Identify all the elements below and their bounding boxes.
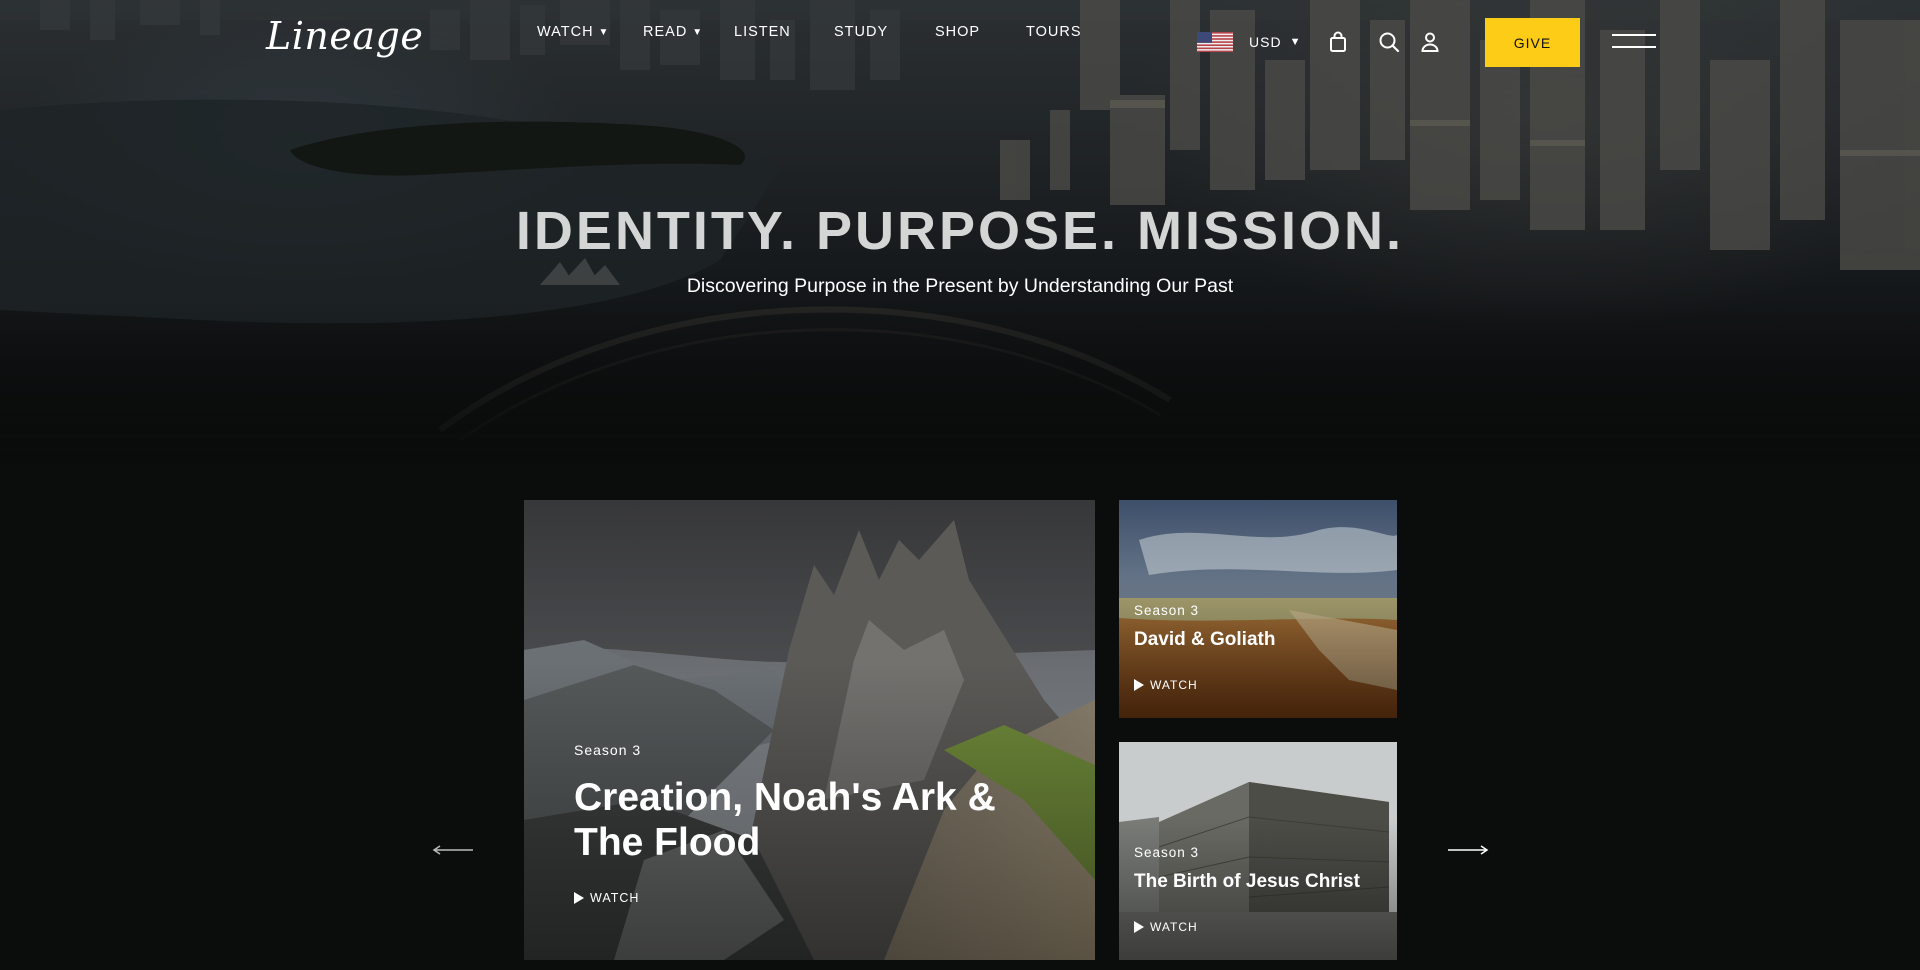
watch-link[interactable]: WATCH [1134, 920, 1198, 934]
play-icon [1134, 921, 1144, 933]
shopping-bag-icon[interactable] [1324, 28, 1352, 56]
card-title[interactable]: Creation, Noah's Ark & The Flood [574, 776, 1034, 866]
nav-item-label: WATCH [537, 24, 594, 40]
nav-item-tours[interactable]: TOURS [1026, 24, 1082, 40]
nav-item-shop[interactable]: SHOP [935, 24, 980, 40]
episode-card[interactable]: Season 3 The Birth of Jesus Christ WATCH [1119, 742, 1397, 960]
card-season: Season 3 [1134, 603, 1200, 618]
card-title[interactable]: The Birth of Jesus Christ [1134, 871, 1394, 893]
watch-link[interactable]: WATCH [1134, 678, 1198, 692]
us-flag-icon[interactable] [1197, 32, 1233, 52]
user-icon[interactable] [1416, 28, 1444, 56]
caret-down-icon: ▼ [1289, 36, 1302, 48]
nav-item-read[interactable]: READ ▼ [643, 24, 703, 40]
currency-selector[interactable]: USD ▼ [1249, 34, 1301, 50]
nav-item-listen[interactable]: LISTEN [734, 24, 791, 40]
card-title[interactable]: David & Goliath [1134, 629, 1394, 651]
nav-item-label: STUDY [834, 24, 889, 40]
nav-item-label: TOURS [1026, 24, 1082, 40]
caret-down-icon: ▼ [598, 26, 610, 38]
card-season: Season 3 [1134, 845, 1200, 860]
nav-item-label: READ [643, 24, 688, 40]
hamburger-menu-icon[interactable] [1612, 30, 1656, 54]
caret-down-icon: ▼ [692, 26, 704, 38]
arrow-right-icon[interactable] [1446, 840, 1490, 860]
play-icon [574, 892, 584, 904]
hero-gradient-fade [0, 300, 1920, 470]
card-season: Season 3 [574, 742, 642, 758]
currency-label: USD [1249, 34, 1282, 50]
give-button[interactable]: GIVE [1485, 18, 1580, 67]
brand-logo[interactable]: Lineage [266, 14, 423, 58]
search-icon[interactable] [1375, 28, 1403, 56]
watch-label: WATCH [590, 891, 640, 905]
hero-subtitle: Discovering Purpose in the Present by Un… [686, 275, 1234, 297]
arrow-left-icon[interactable] [431, 840, 475, 860]
site-header: Lineage WATCH ▼ READ ▼ LISTEN STUDY SHOP… [0, 0, 1920, 84]
nav-item-study[interactable]: STUDY [834, 24, 888, 40]
play-icon [1134, 679, 1144, 691]
nav-item-label: SHOP [935, 24, 981, 40]
watch-link[interactable]: WATCH [574, 891, 639, 905]
episode-card-featured[interactable]: Season 3 Creation, Noah's Ark & The Floo… [524, 500, 1095, 960]
nav-item-watch[interactable]: WATCH ▼ [537, 24, 609, 40]
episode-card[interactable]: Season 3 David & Goliath WATCH [1119, 500, 1397, 718]
watch-label: WATCH [1150, 920, 1198, 934]
nav-item-label: LISTEN [734, 24, 791, 40]
hero-title: IDENTITY. PURPOSE. MISSION. [515, 201, 1405, 261]
watch-label: WATCH [1150, 678, 1198, 692]
